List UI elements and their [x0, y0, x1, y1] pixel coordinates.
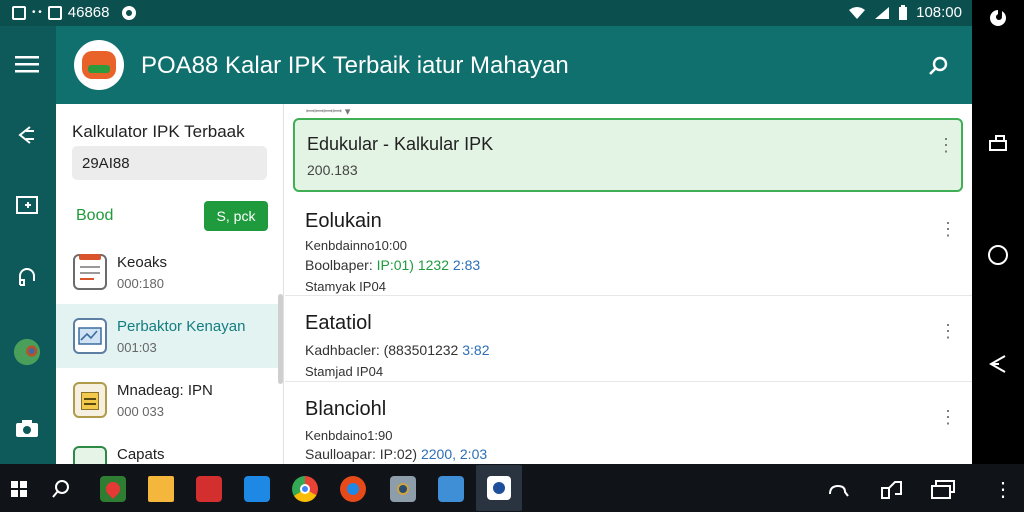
- sidebar-input[interactable]: 29AI88: [72, 146, 267, 180]
- sidebar: Kalkulator IPK Terbaak 29AI88 Bood S, pc…: [56, 104, 284, 464]
- card-title: Edukular - Kalkular IPK: [307, 134, 494, 154]
- clock: 108:00: [916, 4, 962, 21]
- headset-icon[interactable]: [13, 264, 41, 292]
- overview-icon[interactable]: [986, 130, 1010, 154]
- windows-start-icon[interactable]: [6, 476, 32, 502]
- signal-icon: [875, 6, 890, 19]
- system-nav-bar: [972, 0, 1024, 464]
- search-icon[interactable]: [48, 476, 74, 502]
- paint-app-icon[interactable]: [438, 476, 464, 502]
- selected-card[interactable]: Edukular - Kalkular IPK 200.183 ⋮: [293, 118, 963, 192]
- overflow-menu-icon[interactable]: ⋮: [990, 476, 1016, 502]
- list-item[interactable]: Eolukain Kenbdainno10:00 Boolbaper: IP:0…: [285, 196, 972, 296]
- sidebar-item[interactable]: Keoaks 000:180: [56, 240, 278, 304]
- avatar[interactable]: [13, 338, 41, 366]
- tablet-icon[interactable]: [13, 191, 41, 219]
- wifi-icon: [849, 6, 866, 19]
- list-item[interactable]: Blanciohl Kenbdaino1:90 Saulloapar: IP:0…: [285, 384, 972, 464]
- app-logo: [74, 40, 124, 90]
- active-app-icon[interactable]: [476, 465, 522, 511]
- rotate-icon[interactable]: [878, 476, 904, 502]
- chrome-app-icon[interactable]: [292, 476, 318, 502]
- mail-app-icon[interactable]: [244, 476, 270, 502]
- menu-icon[interactable]: [13, 50, 41, 78]
- battery-icon: [899, 4, 908, 20]
- sidebar-item-active[interactable]: Perbaktor Kenayan 001:03: [56, 304, 278, 368]
- chart-icon: [73, 318, 107, 354]
- taskbar: ⋮: [0, 464, 1024, 512]
- search-icon: [929, 56, 948, 75]
- record-icon: [121, 5, 136, 20]
- gesture-icon[interactable]: [826, 476, 852, 502]
- back-icon[interactable]: [986, 352, 1010, 376]
- notification-icon: [12, 5, 26, 20]
- multi-window-icon[interactable]: [930, 476, 956, 502]
- sidebar-heading: Kalkulator IPK Terbaak: [72, 122, 245, 141]
- filter-label[interactable]: Bood: [76, 207, 113, 225]
- status-text: 46868: [67, 4, 110, 21]
- sidebar-list: Keoaks 000:180 Perbaktor Kenayan 001:03: [56, 240, 278, 464]
- card-sub: 200.183: [307, 162, 358, 178]
- office-app-icon[interactable]: [196, 476, 222, 502]
- share-icon[interactable]: [13, 121, 41, 149]
- app-title: POA88 Kalar IPK Terbaik iatur Mahayan: [141, 52, 569, 79]
- more-icon[interactable]: ⋮: [939, 218, 957, 240]
- app-window: POA88 Kalar IPK Terbaik iatur Mahayan Ka…: [56, 26, 972, 464]
- screen: • • 46868 108:00 POA88 Kalar IPK Terbaik…: [0, 0, 1024, 512]
- signal-dots-icon: • •: [32, 7, 42, 18]
- more-icon[interactable]: ⋮: [939, 406, 957, 428]
- clipboard-icon: [73, 382, 107, 418]
- more-icon[interactable]: ⋮: [937, 134, 955, 156]
- more-icon[interactable]: ⋮: [939, 320, 957, 342]
- folder-app-icon[interactable]: [148, 476, 174, 502]
- settings-icon[interactable]: [986, 6, 1010, 30]
- camera-app-icon[interactable]: [390, 476, 416, 502]
- sidebar-item[interactable]: Capats: [56, 432, 278, 464]
- sheet-icon: [73, 446, 107, 464]
- home-icon[interactable]: [986, 243, 1010, 267]
- sidebar-scrollbar[interactable]: [278, 294, 283, 384]
- camera-icon[interactable]: [13, 414, 41, 442]
- browser-app-icon[interactable]: [340, 476, 366, 502]
- maps-app-icon[interactable]: [100, 476, 126, 502]
- sidebar-item[interactable]: Mnadeag: IPN 000 033: [56, 368, 278, 432]
- left-rail: [0, 26, 54, 464]
- notepad-icon: [73, 254, 107, 290]
- status-bar: • • 46868 108:00: [0, 0, 974, 26]
- pick-button[interactable]: S, pck: [204, 201, 268, 231]
- window-icon: [47, 5, 62, 20]
- result-list: ꟷꟷꟷꟷ ▾ Edukular - Kalkular IPK 200.183 ⋮…: [285, 104, 972, 464]
- app-bar: POA88 Kalar IPK Terbaik iatur Mahayan: [56, 26, 972, 104]
- search-button[interactable]: [924, 52, 952, 80]
- list-header: ꟷꟷꟷꟷ ▾: [306, 106, 351, 118]
- list-item[interactable]: Eatatiol Kadhbacler: (883501232 3:82 Sta…: [285, 298, 972, 382]
